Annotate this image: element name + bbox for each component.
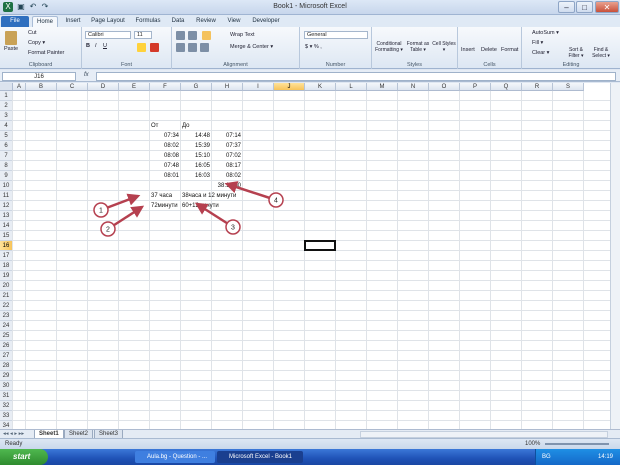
cells-group-label: Cells <box>483 62 496 68</box>
clear-button[interactable]: Clear ▾ <box>532 50 549 56</box>
bold-button[interactable]: B <box>86 43 90 49</box>
cut-button[interactable]: Cut <box>28 30 37 36</box>
font-name-combo[interactable]: Calibri <box>85 31 131 39</box>
system-tray: BG 14:19 <box>535 449 620 465</box>
window-title: Book1 - Microsoft Excel <box>273 3 347 10</box>
sheet-tab-bar: ◂◂ ◂ ▸ ▸▸ Sheet1 Sheet2 Sheet3 <box>0 429 620 439</box>
sort-filter-button[interactable]: Sort & Filter ▾ <box>564 47 588 59</box>
taskbar-button-browser[interactable]: Aula.bg - Question - ... <box>135 451 215 463</box>
callout-number: 4 <box>274 198 278 205</box>
tab-developer[interactable]: Developer <box>248 16 284 27</box>
zoom-level[interactable]: 100% <box>525 439 540 449</box>
annotation-layer: 1 2 3 4 <box>93 181 284 237</box>
worksheet-grid[interactable]: ABCDEFGHIJKLMNOPQRS 1 2 3 4 5 6 7 8 9 10 11 12 13 14 1… <box>0 83 620 429</box>
align-bottom-icon[interactable] <box>202 31 211 40</box>
wrap-text-button[interactable]: Wrap Text <box>230 32 255 38</box>
font-size-combo[interactable]: 11 <box>134 31 152 39</box>
name-box[interactable]: J16 <box>2 72 76 81</box>
tab-insert[interactable]: Insert <box>62 16 84 27</box>
minimize-button[interactable]: – <box>558 1 575 13</box>
callout-number: 1 <box>99 208 103 215</box>
callout-number: 3 <box>231 225 235 232</box>
tab-file[interactable]: File <box>1 16 29 27</box>
number-group-label: Number <box>325 62 346 68</box>
start-button[interactable]: start <box>0 449 48 465</box>
status-bar: Ready 100% <box>0 438 620 449</box>
tab-home[interactable]: Home <box>32 16 58 27</box>
italic-button[interactable]: I <box>95 43 97 49</box>
align-top-icon[interactable] <box>176 31 185 40</box>
formula-input[interactable] <box>96 72 616 81</box>
format-painter-button[interactable]: Format Painter <box>28 50 64 56</box>
tab-page-layout[interactable]: Page Layout <box>88 16 128 27</box>
language-indicator[interactable]: BG <box>542 449 551 465</box>
tab-review[interactable]: Review <box>192 16 220 27</box>
insert-cells-button[interactable]: Insert <box>461 47 475 53</box>
clipboard-group-label: Clipboard <box>28 62 53 68</box>
format-cells-button[interactable]: Format <box>501 47 518 53</box>
close-button[interactable]: ✕ <box>595 1 619 13</box>
insert-function-icon[interactable]: fx <box>84 72 89 78</box>
align-left-icon[interactable] <box>176 43 185 52</box>
taskbar: start Aula.bg - Question - ... Microsoft… <box>0 449 620 465</box>
paste-button[interactable]: Paste <box>4 46 18 52</box>
styles-group-label: Styles <box>407 62 422 68</box>
formula-bar: J16 fx <box>0 70 620 82</box>
align-right-icon[interactable] <box>200 43 209 52</box>
clock: 14:19 <box>598 454 614 460</box>
paste-icon[interactable] <box>5 31 17 45</box>
styles-group: Conditional Formatting ▾ Format as Table… <box>372 27 458 69</box>
editing-group-label: Editing <box>562 62 580 68</box>
status-ready: Ready <box>5 441 23 447</box>
taskbar-button-excel[interactable]: Microsoft Excel - Book1 <box>217 451 303 463</box>
align-middle-icon[interactable] <box>188 31 197 40</box>
title-bar: X ▣ ↶ ↷ Book1 - Microsoft Excel – □ ✕ <box>0 0 620 15</box>
vertical-scrollbar[interactable] <box>610 83 620 429</box>
fill-color-icon[interactable] <box>137 43 146 52</box>
fill-button[interactable]: Fill ▾ <box>532 40 543 46</box>
number-format-combo[interactable]: General <box>304 31 368 39</box>
editing-group: AutoSum ▾ Fill ▾ Clear ▾ Sort & Filter ▾… <box>522 27 620 69</box>
clipboard-group: Paste Cut Copy ▾ Format Painter Clipboar… <box>0 27 82 69</box>
format-as-table-button[interactable]: Format as Table ▾ <box>405 41 431 53</box>
ribbon-tabs: File Home Insert Page Layout Formulas Da… <box>0 15 620 27</box>
autosum-button[interactable]: AutoSum ▾ <box>532 30 559 36</box>
ribbon: Paste Cut Copy ▾ Format Painter Clipboar… <box>0 27 620 69</box>
find-select-button[interactable]: Find & Select ▾ <box>588 47 614 59</box>
sheet-nav-arrows[interactable]: ◂◂ ◂ ▸ ▸▸ <box>3 431 24 437</box>
font-color-icon[interactable] <box>150 43 159 52</box>
zoom-slider[interactable] <box>545 443 609 445</box>
maximize-button[interactable]: □ <box>576 1 593 13</box>
delete-cells-button[interactable]: Delete <box>481 47 497 53</box>
tab-formulas[interactable]: Formulas <box>132 16 164 27</box>
font-group-label: Font <box>120 62 132 68</box>
conditional-formatting-button[interactable]: Conditional Formatting ▾ <box>374 41 404 53</box>
cell-styles-button[interactable]: Cell Styles ▾ <box>432 41 456 53</box>
copy-button[interactable]: Copy ▾ <box>28 40 45 46</box>
callout-number: 2 <box>106 227 110 234</box>
align-center-icon[interactable] <box>188 43 197 52</box>
tab-view[interactable]: View <box>224 16 244 27</box>
merge-center-button[interactable]: Merge & Center ▾ <box>230 44 273 50</box>
cells-group: Insert Delete Format Cells <box>458 27 522 69</box>
number-group: General $ ▾ % , Number <box>300 27 372 69</box>
font-group: Calibri 11 B I U Font <box>82 27 172 69</box>
alignment-group: Wrap Text Merge & Center ▾ Alignment <box>172 27 300 69</box>
currency-button[interactable]: $ ▾ % , <box>305 44 322 50</box>
tab-data[interactable]: Data <box>168 16 188 27</box>
alignment-group-label: Alignment <box>223 62 248 68</box>
underline-button[interactable]: U <box>103 43 107 49</box>
horizontal-scrollbar[interactable] <box>360 431 608 438</box>
